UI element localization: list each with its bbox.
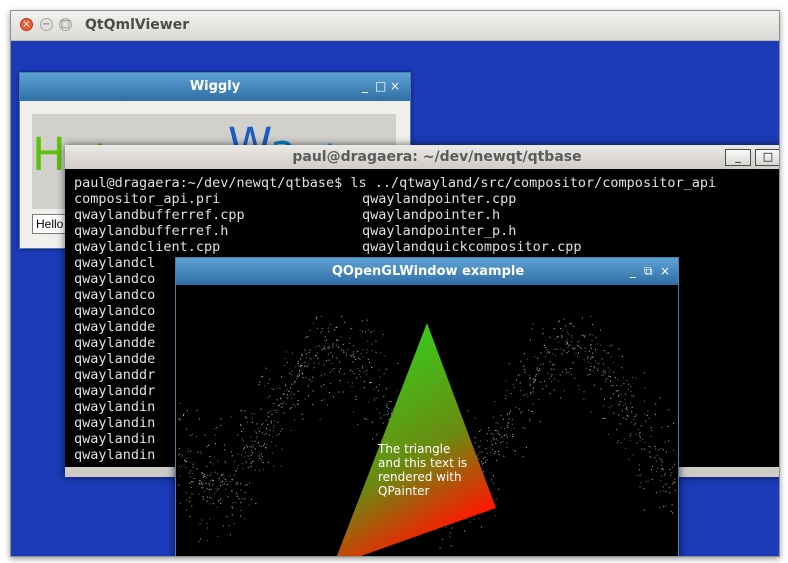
terminal-listing-entry: qwaylandclient.cpp [74, 239, 221, 255]
wiggly-title: Wiggly [189, 79, 241, 94]
close-icon[interactable]: × [660, 263, 670, 279]
terminal-titlebar[interactable]: paul@dragaera: ~/dev/newqt/qtbase _ □ [65, 145, 779, 169]
terminal-listing-entry: qwaylandpointer.cpp [362, 191, 517, 207]
terminal-listing-entry: qwaylandin [74, 447, 156, 463]
terminal-listing-entry: qwaylandde [74, 335, 156, 351]
opengl-render-surface[interactable]: The triangle and this text is rendered w… [178, 286, 676, 556]
terminal-listing-entry: qwaylandde [74, 351, 156, 367]
opengl-scene [178, 316, 676, 556]
minimize-icon[interactable]: _ [630, 263, 636, 279]
terminal-listing-entry: qwaylandbufferref.cpp [74, 207, 245, 223]
caption-line: The triangle [378, 442, 451, 456]
terminal-listing-entry: qwaylanddr [74, 383, 156, 399]
terminal-listing-entry: qwaylandquickcompositor.cpp [362, 239, 582, 255]
caption-line: QPainter [378, 484, 430, 498]
terminal-listing-entry: qwaylandco [74, 271, 156, 287]
glwindow-caption: The triangle and this text is rendered w… [378, 442, 498, 498]
glwindow-title: QOpenGLWindow example [331, 264, 525, 279]
close-icon[interactable]: × [20, 18, 33, 31]
terminal-listing-entry: qwaylanddr [74, 367, 156, 383]
terminal-listing-entry: qwaylandpointer_p.h [362, 223, 517, 239]
restore-icon[interactable]: ⧉ [644, 263, 653, 279]
wiggly-titlebar[interactable]: Wiggly _ □ × [20, 73, 410, 101]
caption-line: and this text is [378, 456, 468, 470]
terminal-listing-entry: qwaylandcl [74, 255, 156, 271]
terminal-listing-entry: qwaylandin [74, 431, 156, 447]
minimize-icon[interactable]: _ [725, 149, 751, 166]
terminal-title: paul@dragaera: ~/dev/newqt/qtbase [292, 149, 582, 165]
host-titlebar[interactable]: × − □ QtQmlViewer [11, 11, 779, 41]
minimize-icon[interactable]: − [40, 18, 53, 31]
terminal-listing-entry: compositor_api.pri [74, 191, 221, 207]
gradient-triangle [336, 323, 496, 556]
terminal-listing-entry: qwaylandco [74, 287, 156, 303]
terminal-listing-entry: qwaylandpointer.h [362, 207, 501, 223]
terminal-listing-entry: qwaylandbufferref.h [74, 223, 229, 239]
wiggly-letter: H [32, 128, 66, 181]
maximize-icon[interactable]: □ [375, 78, 386, 94]
host-window-title: QtQmlViewer [85, 17, 190, 33]
terminal-listing-entry: qwaylandde [74, 319, 156, 335]
close-icon[interactable]: × [390, 78, 400, 94]
glwindow-titlebar[interactable]: QOpenGLWindow example _ ⧉ × [176, 258, 678, 285]
caption-line: rendered with [378, 470, 462, 484]
terminal-listing-entry: qwaylandin [74, 399, 156, 415]
terminal-listing-entry: qwaylandco [74, 303, 156, 319]
terminal-listing-entry: qwaylandin [74, 415, 156, 431]
minimize-icon[interactable]: _ [362, 78, 368, 94]
qtqmlviewer-window: × − □ QtQmlViewer Wiggly _ □ × Hello Qt … [10, 10, 780, 557]
qopenglwindow-window: QOpenGLWindow example _ ⧉ × The triangle… [175, 257, 679, 556]
compositor-desktop: Wiggly _ □ × Hello Qt Wayland! paul@drag… [11, 41, 779, 556]
terminal-prompt-line: paul@dragaera:~/dev/newqt/qtbase$ ls ../… [74, 175, 717, 191]
maximize-icon[interactable]: □ [755, 149, 779, 166]
maximize-icon[interactable]: □ [59, 18, 72, 31]
